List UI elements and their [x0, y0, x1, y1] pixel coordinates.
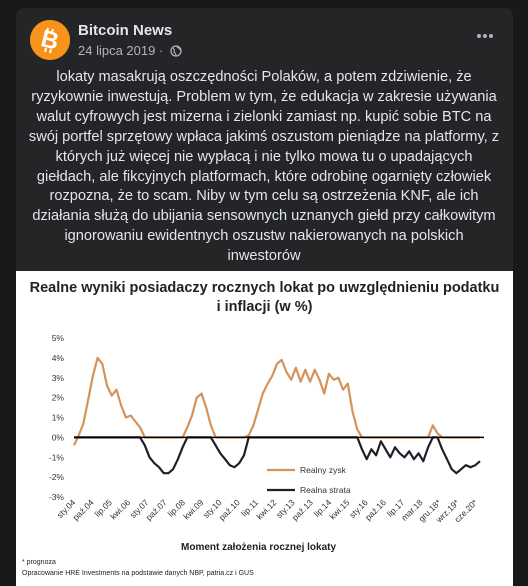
x-tick-label: paź.07	[144, 497, 169, 522]
bitcoin-logo-avatar[interactable]: B	[30, 20, 70, 60]
more-options-icon-dot	[489, 34, 493, 38]
page-name-link[interactable]: Bitcoin News	[78, 22, 172, 39]
x-tick-label: kwi.09	[181, 497, 205, 521]
x-tick-label: kwi.06	[108, 497, 132, 521]
x-tick-label: kwi.12	[254, 497, 278, 521]
footnote-source: Opracowanie HRE Investments na podstawie…	[22, 570, 254, 577]
more-options-icon-dot	[483, 34, 487, 38]
y-tick-label: 1%	[52, 413, 65, 423]
y-tick-label: 3%	[52, 373, 65, 383]
y-tick-label: 0%	[52, 432, 65, 442]
post-date-link[interactable]: 24 lipca 2019 ·	[78, 43, 163, 58]
x-tick-label: paź.16	[363, 497, 388, 522]
footnote-forecast: * prognoza	[22, 559, 56, 566]
post-meta: 24 lipca 2019 ·	[78, 43, 182, 58]
chart-image[interactable]: Realne wyniki posiadaczy rocznych lokat …	[16, 271, 513, 586]
y-tick-label: -1%	[49, 452, 65, 462]
facebook-post: B Bitcoin News 24 lipca 2019 · lokaty ma…	[16, 8, 513, 586]
x-tick-label: kwi.15	[327, 497, 351, 521]
legend-label: Realna strata	[300, 485, 351, 495]
x-axis-label: Moment założenia rocznej lokaty	[181, 542, 337, 553]
post-text: lokaty masakrują oszczędności Polaków, a…	[28, 69, 500, 265]
y-tick-label: -2%	[49, 472, 65, 482]
x-tick-label: paź.04	[71, 497, 96, 522]
y-tick-label: 5%	[52, 333, 65, 343]
line-chart: 5%4%3%2%1%0%-1%-2%-3%sty.04paź.04lip.05k…	[49, 333, 484, 525]
globe-icon[interactable]	[170, 45, 182, 57]
y-tick-label: 2%	[52, 393, 65, 403]
y-tick-label: 4%	[52, 353, 65, 363]
series-line-gain	[73, 356, 480, 446]
bitcoin-logo-icon: B	[30, 20, 70, 60]
series-line-loss	[74, 436, 481, 475]
x-tick-label: paź.10	[217, 497, 242, 522]
more-options-icon-dot	[477, 34, 481, 38]
x-tick-label: paź.13	[290, 497, 315, 522]
legend-label: Realny zysk	[300, 465, 347, 475]
more-options-button[interactable]	[467, 24, 503, 48]
y-tick-label: -3%	[49, 492, 65, 502]
